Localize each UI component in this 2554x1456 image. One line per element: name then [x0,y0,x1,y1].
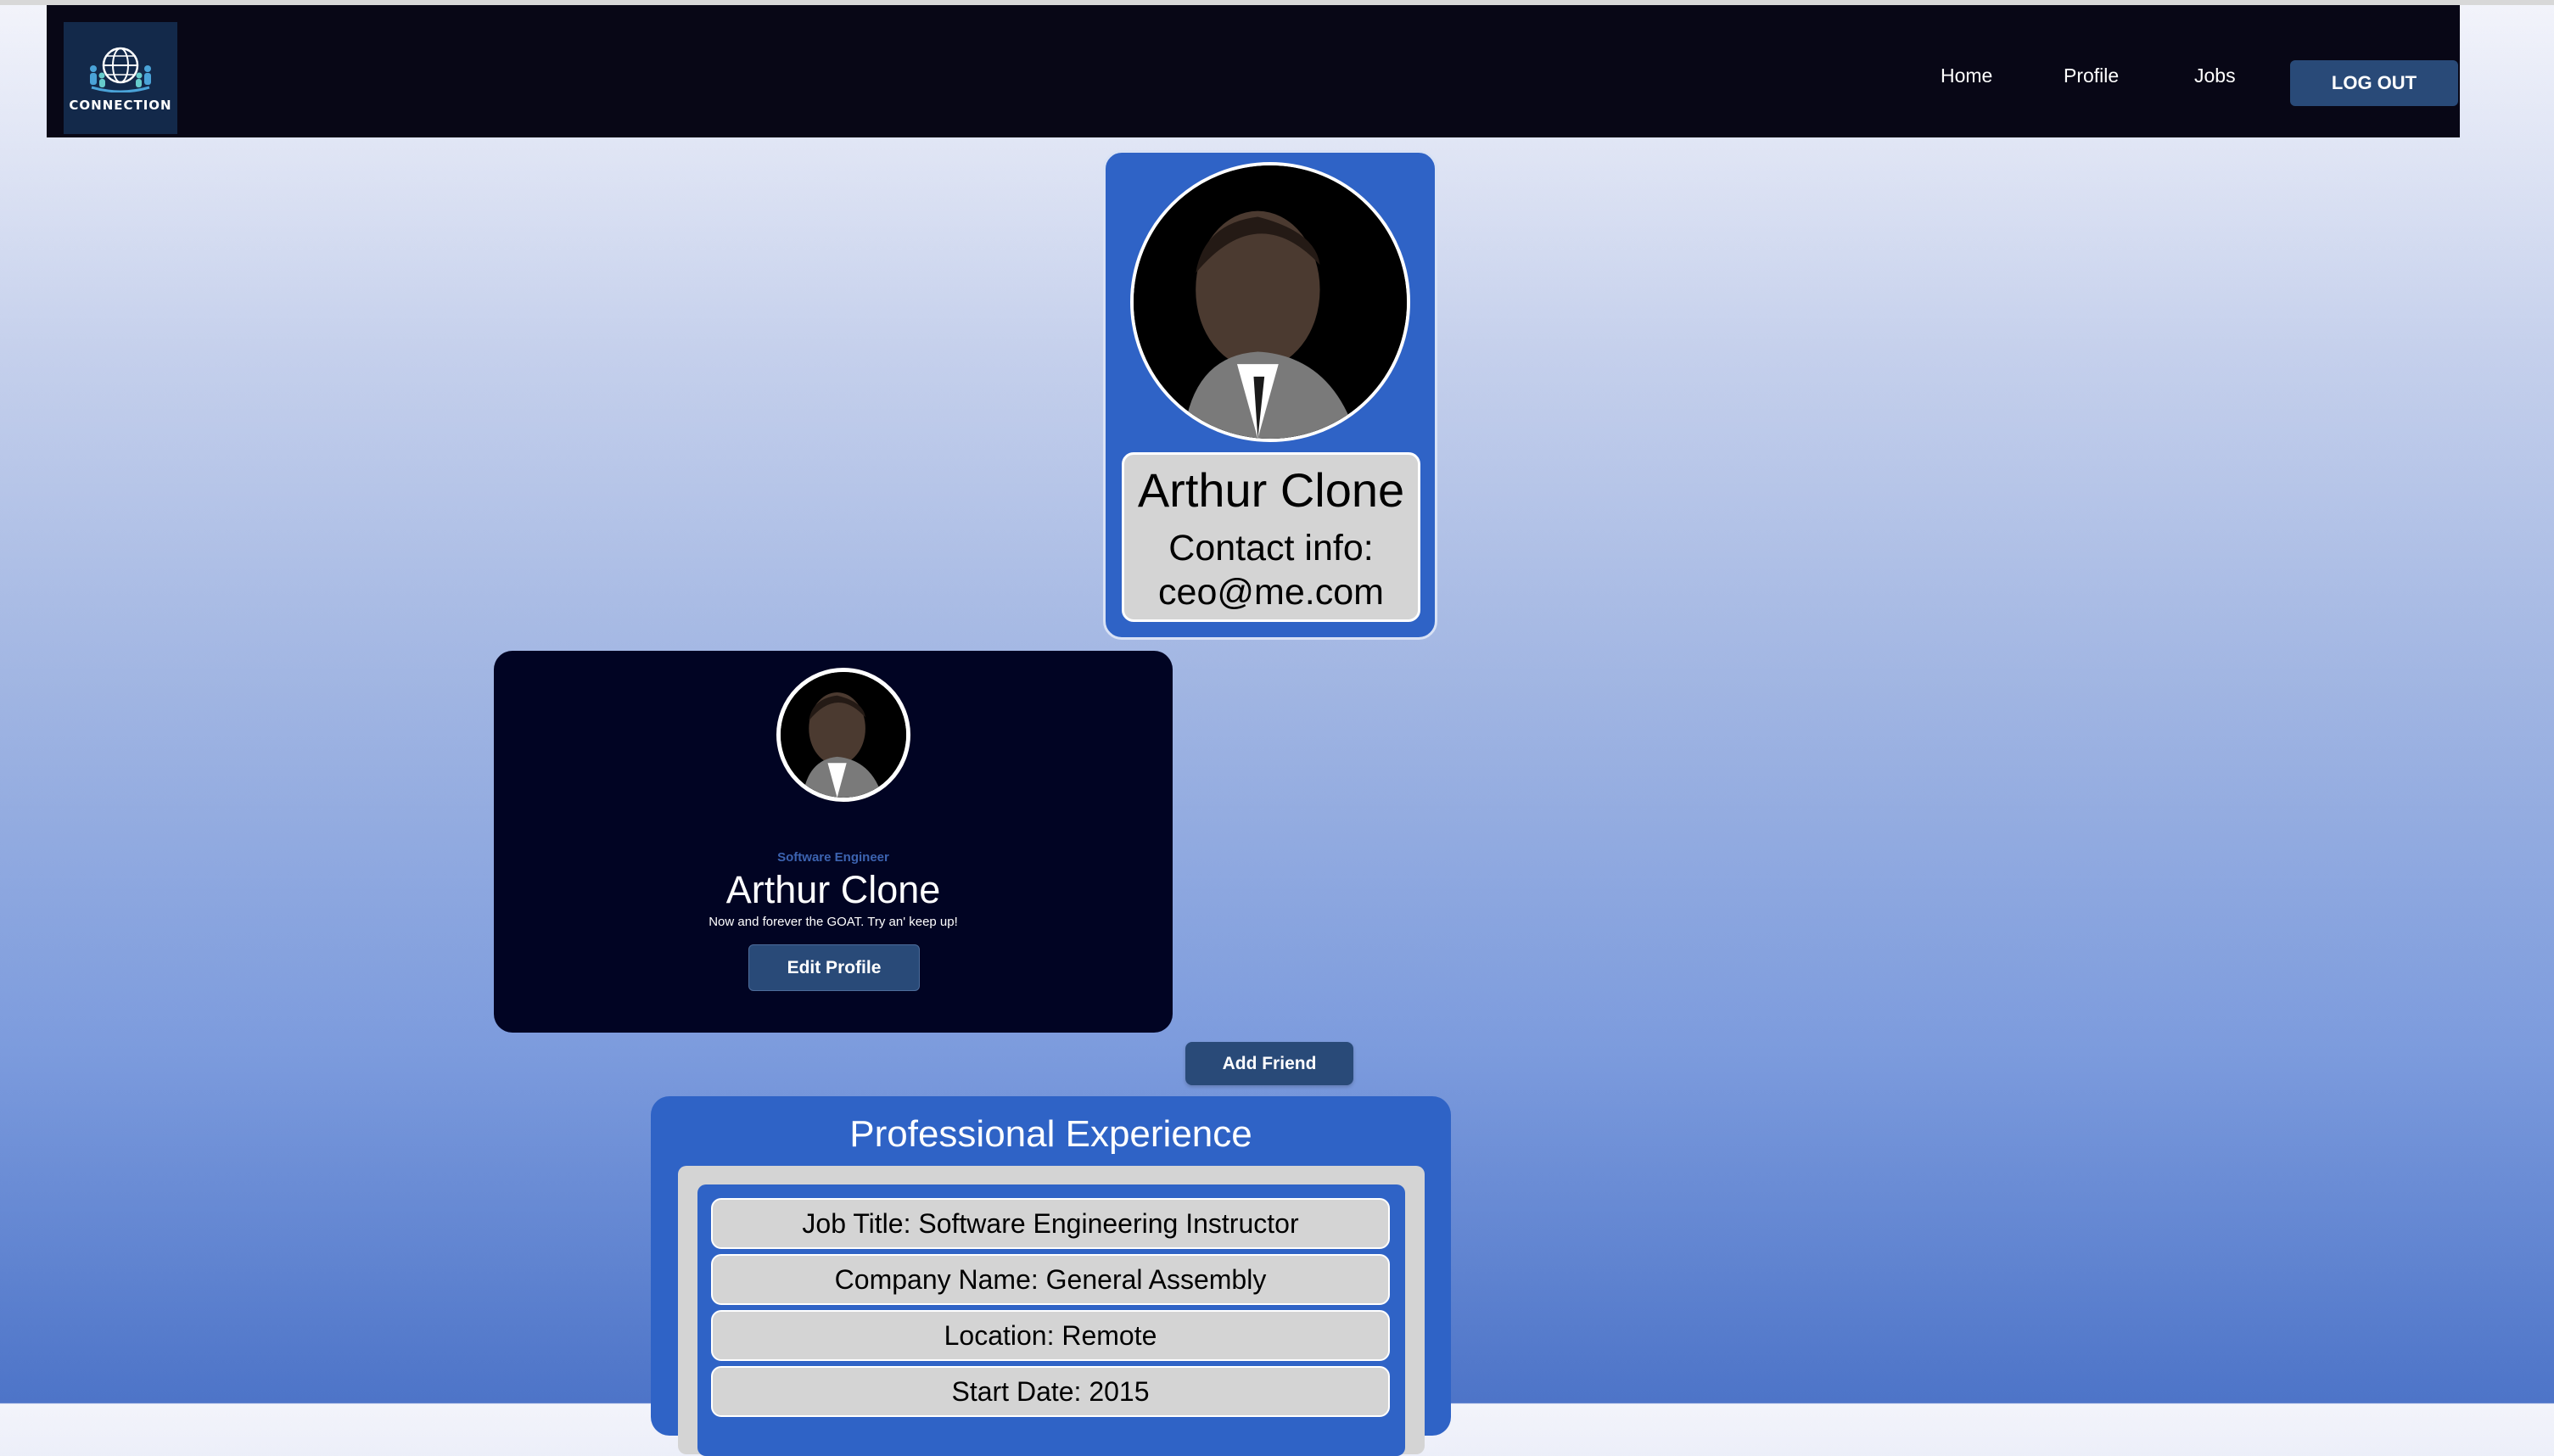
user-bio: Now and forever the GOAT. Try an' keep u… [709,915,958,929]
experience-list: Job Title: Software Engineering Instruct… [678,1166,1425,1456]
experience-company: Company Name: General Assembly [711,1254,1390,1305]
job-role: Software Engineer [777,850,889,865]
profile-summary-card: Arthur Clone Contact info: ceo@me.com [1103,150,1437,640]
experience-location: Location: Remote [711,1310,1390,1361]
logout-button[interactable]: LOG OUT [2290,60,2458,106]
edit-profile-button[interactable]: Edit Profile [748,944,920,991]
navbar: CONNECTION Home Profile Jobs LOG OUT [47,5,2460,137]
nav-home-link[interactable]: Home [1941,64,1992,87]
connection-logo[interactable]: CONNECTION [64,22,177,134]
contact-label: Contact info: [1168,528,1374,569]
globe-people-icon [90,47,151,92]
profile-header-card: Software Engineer Arthur Clone Now and f… [494,651,1173,1033]
contact-info-box: Arthur Clone Contact info: ceo@me.com [1122,452,1420,622]
contact-email: ceo@me.com [1158,571,1384,613]
experience-start-date: Start Date: 2015 [711,1366,1390,1417]
avatar [1130,162,1410,442]
experience-item: Job Title: Software Engineering Instruct… [697,1184,1405,1456]
avatar [776,668,910,802]
experience-title: Professional Experience [849,1113,1252,1155]
experience-section: Professional Experience Job Title: Softw… [651,1096,1451,1456]
experience-job-title: Job Title: Software Engineering Instruct… [711,1198,1390,1249]
profile-name: Arthur Clone [1137,463,1405,517]
nav-profile-link[interactable]: Profile [2064,64,2119,87]
user-name: Arthur Clone [725,868,941,911]
nav-jobs-link[interactable]: Jobs [2194,64,2236,87]
logo-text: CONNECTION [69,98,172,113]
add-friend-button[interactable]: Add Friend [1185,1042,1353,1085]
